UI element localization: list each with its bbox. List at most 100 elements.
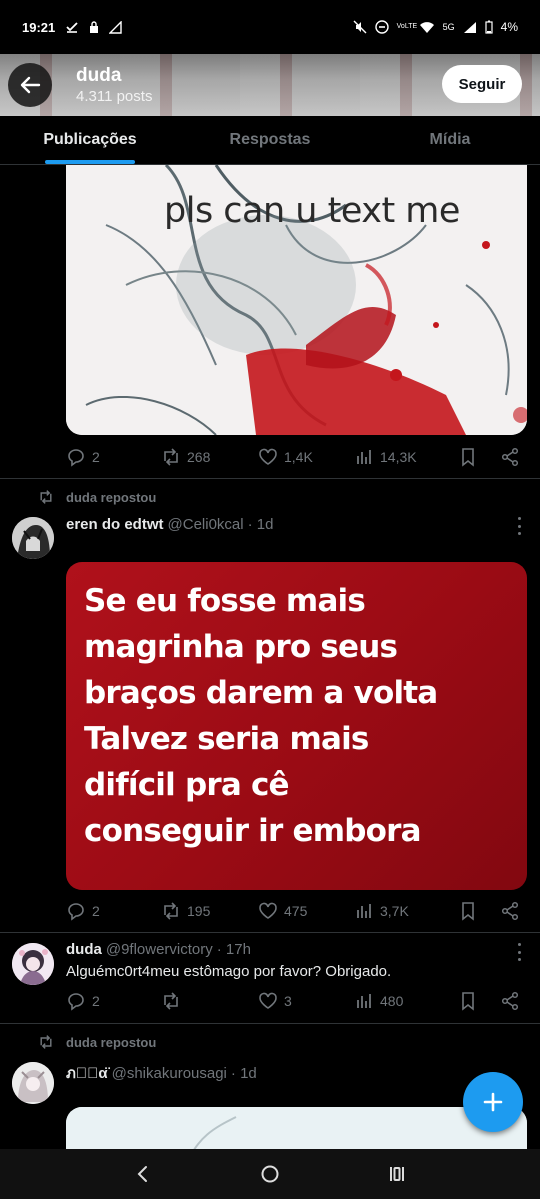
author-name[interactable]: eren do edtwt: [66, 516, 164, 533]
bookmark-icon: [462, 992, 474, 1011]
follow-button[interactable]: Seguir: [442, 65, 522, 103]
wifi-icon: [419, 21, 434, 33]
nav-home-icon[interactable]: [260, 1164, 280, 1184]
author-handle[interactable]: @9flowervictory: [106, 941, 213, 958]
post-text: Alguémc0rt4meu estômago por favor? Obrig…: [66, 963, 392, 980]
more-options-button[interactable]: [516, 943, 522, 961]
like-button[interactable]: 475: [258, 901, 354, 921]
avatar[interactable]: [12, 1062, 54, 1104]
share-icon: [501, 447, 519, 467]
back-button[interactable]: [8, 63, 52, 107]
reply-icon: [68, 449, 84, 467]
reply-button[interactable]: 2: [66, 991, 161, 1011]
post-actions: 2 3 480: [66, 989, 521, 1013]
bookmark-icon: [462, 902, 474, 921]
tab-publicacoes[interactable]: Publicações: [0, 116, 180, 164]
download-done-icon: [66, 22, 78, 33]
post-actions: 2 268 1,4K 14,3K: [66, 445, 521, 469]
repost-icon: [164, 992, 178, 1010]
nav-recents-icon[interactable]: [387, 1164, 407, 1184]
battery-level: 4%: [500, 20, 518, 34]
bookmark-button[interactable]: [458, 447, 500, 467]
views-button[interactable]: 3,7K: [354, 901, 458, 921]
avatar[interactable]: [12, 517, 54, 559]
repost-button[interactable]: 195: [161, 901, 258, 921]
post-divider: [0, 1023, 540, 1024]
compose-button[interactable]: [463, 1072, 523, 1132]
repost-icon: [40, 1035, 52, 1049]
heart-icon: [259, 992, 277, 1009]
avatar-image: [12, 943, 54, 985]
reply-button[interactable]: 2: [66, 447, 161, 467]
repost-icon: [164, 448, 178, 466]
post-time: · 17h: [216, 941, 251, 958]
profile-name: duda: [76, 65, 122, 86]
tab-respostas[interactable]: Respostas: [180, 116, 360, 164]
author-handle[interactable]: @shikakurousagi: [112, 1065, 227, 1082]
author-name[interactable]: ภ𝓬ัα̈: [66, 1061, 108, 1085]
image-text: Se eu fosse mais magrinha pro seus braço…: [84, 583, 438, 849]
share-icon: [501, 901, 519, 921]
post-image[interactable]: pls can u text me: [66, 165, 527, 435]
lock-icon: [90, 20, 99, 33]
bookmark-button[interactable]: [458, 991, 500, 1011]
repost-button[interactable]: [161, 991, 258, 1011]
repost-indicator: duda repostou: [38, 489, 156, 505]
share-button[interactable]: [500, 901, 520, 921]
battery-icon: [485, 20, 493, 34]
repost-button[interactable]: 268: [161, 447, 258, 467]
like-button[interactable]: 1,4K: [258, 447, 354, 467]
avatar-image: [12, 1062, 54, 1104]
profile-header: duda 4.311 posts Seguir: [0, 54, 540, 116]
repost-indicator: duda repostou: [38, 1034, 156, 1050]
reply-icon: [68, 993, 84, 1011]
avatar-image: [12, 517, 54, 559]
like-button[interactable]: 3: [258, 991, 354, 1011]
dnd-icon: [374, 20, 389, 34]
post-time: · 1d: [230, 1064, 257, 1082]
share-button[interactable]: [500, 991, 520, 1011]
more-options-button[interactable]: [516, 517, 522, 535]
cell-signal-icon: [463, 21, 476, 33]
bookmark-button[interactable]: [458, 901, 500, 921]
mute-icon: [353, 20, 367, 34]
active-tab-indicator: [45, 160, 135, 164]
post-header: ภ𝓬ัα̈ @shikakurousagi · 1d: [66, 1061, 257, 1085]
author-name[interactable]: duda: [66, 941, 102, 958]
avatar[interactable]: [12, 943, 54, 985]
share-button[interactable]: [500, 447, 520, 467]
system-nav-bar: [0, 1149, 540, 1199]
views-button[interactable]: 14,3K: [354, 447, 458, 467]
share-icon: [501, 991, 519, 1011]
post-actions: 2 195 475 3,7K: [66, 899, 521, 923]
views-chart-icon: [357, 450, 371, 464]
volte-label: VoLTE: [396, 23, 418, 30]
post-header: duda @9flowervictory · 17h: [66, 941, 251, 958]
status-time: 19:21: [22, 19, 56, 35]
arrow-left-icon: [20, 76, 41, 94]
reply-button[interactable]: 2: [66, 901, 161, 921]
views-chart-icon: [357, 904, 371, 918]
image-caption: pls can u text me: [164, 191, 460, 231]
post-header: eren do edtwt @Celi0kcal · 1d: [66, 516, 273, 533]
reply-icon: [68, 903, 84, 921]
heart-icon: [259, 448, 277, 465]
timeline[interactable]: pls can u text me 2 268 1,4K 14,3K duda …: [0, 165, 540, 1149]
nav-back-icon[interactable]: [133, 1164, 153, 1184]
views-button[interactable]: 480: [354, 991, 458, 1011]
post-divider: [0, 932, 540, 933]
tab-midia[interactable]: Mídia: [360, 116, 540, 164]
post-count: 4.311 posts: [76, 88, 153, 105]
profile-tabs: Publicações Respostas Mídia: [0, 116, 540, 165]
post-divider: [0, 478, 540, 479]
post-image[interactable]: Se eu fosse mais magrinha pro seus braço…: [66, 562, 527, 890]
heart-icon: [259, 902, 277, 919]
author-handle[interactable]: @Celi0kcal: [168, 516, 244, 533]
views-chart-icon: [357, 994, 371, 1008]
repost-icon: [40, 490, 52, 504]
repost-icon: [164, 902, 178, 920]
post-image[interactable]: [66, 1107, 527, 1149]
bookmark-icon: [462, 448, 474, 467]
post-time: · 1d: [247, 516, 274, 533]
signal-r-icon: [109, 20, 122, 34]
